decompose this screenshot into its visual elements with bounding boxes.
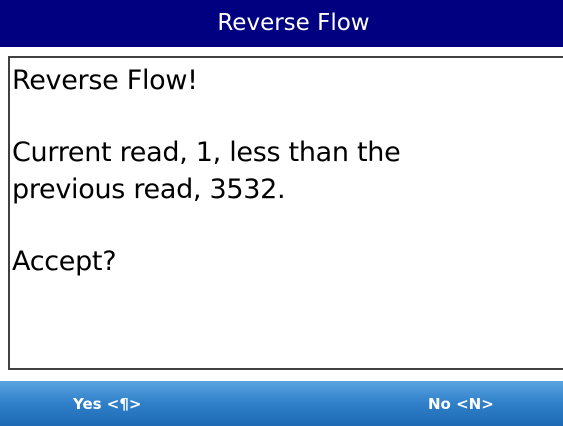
no-button[interactable]: No <N> [428, 381, 494, 426]
window-title: Reverse Flow [217, 9, 370, 36]
no-button-label: No <N> [428, 394, 494, 413]
softkey-bar: Yes <¶> No <N> [0, 381, 563, 426]
message-box: Reverse Flow! Current read, 1, less than… [8, 56, 563, 370]
title-bar: Reverse Flow [0, 0, 563, 47]
yes-button[interactable]: Yes <¶> [73, 381, 142, 426]
message-line-1: Current read, 1, less than the [12, 137, 401, 168]
device-screen: Reverse Flow Reverse Flow! Current read,… [0, 0, 563, 426]
message-heading: Reverse Flow! [12, 65, 198, 96]
message-line-2: previous read, 3532. [12, 174, 286, 205]
message-text: Reverse Flow! Current read, 1, less than… [12, 62, 557, 280]
message-prompt: Accept? [12, 246, 117, 277]
yes-button-label: Yes <¶> [73, 394, 142, 413]
